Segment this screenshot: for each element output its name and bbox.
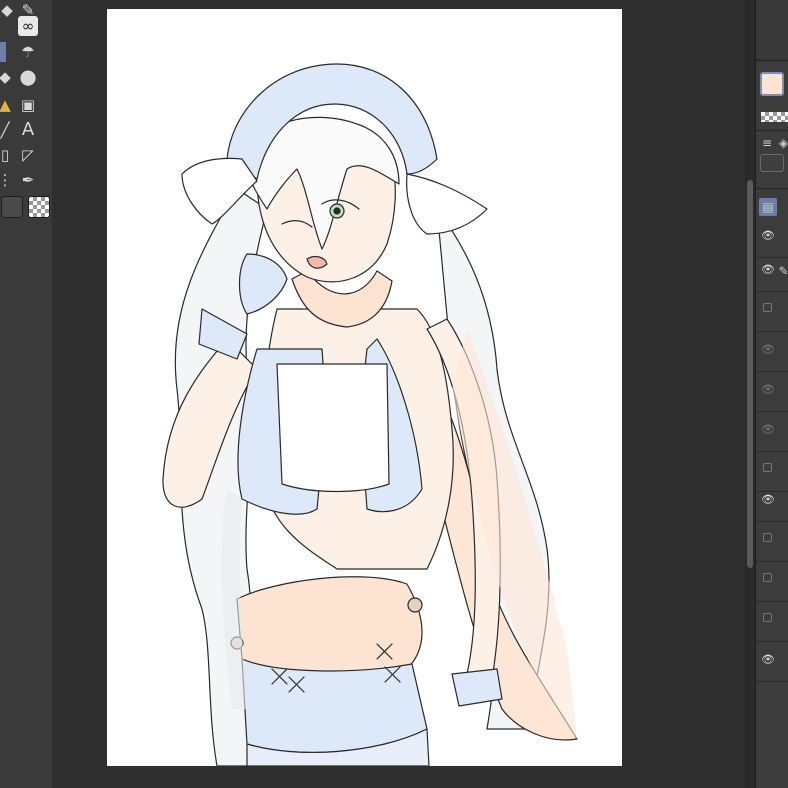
canvas-area[interactable]: [52, 0, 745, 788]
blend-icon[interactable]: ⬤: [18, 67, 38, 87]
ruler-icon[interactable]: ╱: [0, 120, 10, 140]
layer-row[interactable]: 👁: [756, 412, 788, 452]
move-icon[interactable]: ⋮: [0, 170, 13, 190]
panel-divider: [756, 130, 788, 131]
transparent-subcolor-swatch[interactable]: [761, 112, 788, 122]
panel-header: [756, 0, 788, 61]
layer-row[interactable]: [756, 292, 788, 332]
layer-panel-icon[interactable]: ▤: [759, 198, 777, 216]
fill-icon[interactable]: ▲: [0, 95, 11, 115]
active-tool-indicator: [0, 42, 6, 62]
layer-checkbox-icon[interactable]: [763, 463, 772, 472]
layer-row[interactable]: 👁: [756, 372, 788, 412]
layer-checkbox-icon[interactable]: [763, 303, 772, 312]
panel-divider: [756, 188, 788, 189]
layer-row[interactable]: [756, 602, 788, 642]
eye-icon[interactable]: 👁: [761, 494, 775, 506]
eye-icon[interactable]: 👁: [761, 344, 775, 356]
lasso-icon[interactable]: ∞: [18, 16, 38, 36]
layer-row[interactable]: 👁 ✎: [756, 252, 788, 292]
vector-pen-icon: ✎: [778, 264, 788, 278]
layer-row[interactable]: 👁: [756, 482, 788, 522]
layer-row[interactable]: 👁: [756, 332, 788, 372]
eye-icon[interactable]: 👁: [761, 264, 775, 276]
artwork-canvas[interactable]: [107, 9, 622, 766]
balloon-icon[interactable]: ◸: [18, 145, 38, 165]
canvas-vertical-scrollbar[interactable]: [745, 0, 755, 788]
layer-checkbox-icon[interactable]: [763, 573, 772, 582]
blend-mode-dropdown[interactable]: [760, 154, 784, 172]
transparent-color-swatch[interactable]: [28, 196, 50, 218]
character-illustration: [162, 63, 578, 766]
frame-icon[interactable]: ▯: [0, 145, 10, 165]
layer-row[interactable]: [756, 522, 788, 562]
diamond-icon[interactable]: ◆: [1, 0, 13, 20]
gradient-icon[interactable]: ▣: [18, 95, 38, 115]
menu-icon[interactable]: ≡: [761, 136, 773, 150]
eye-icon[interactable]: 👁: [761, 424, 775, 436]
layer-checkbox-icon[interactable]: [763, 533, 772, 542]
layer-checkbox-icon[interactable]: [763, 613, 772, 622]
layer-row[interactable]: 👁: [756, 642, 788, 682]
text-tool-icon[interactable]: A: [18, 120, 38, 140]
eye-icon[interactable]: 👁: [761, 384, 775, 396]
tool-palette: ◆ ✎ ∞ ☂ ◆ ⬤ ▲ ▣ ╱ A ▯ ◸ ⋮ ✒: [0, 0, 53, 788]
eye-icon[interactable]: 👁: [761, 230, 775, 242]
main-color-swatch[interactable]: [1, 196, 23, 218]
scroll-thumb[interactable]: [747, 180, 753, 568]
right-panel: ≡ ◈ ▤ 👁 👁 ✎ 👁 👁 👁 👁 👁: [755, 0, 788, 788]
layer-row[interactable]: [756, 562, 788, 602]
current-color-swatch[interactable]: [760, 72, 784, 96]
eye-icon[interactable]: 👁: [761, 654, 775, 666]
layer-property-icon[interactable]: ◈: [778, 136, 788, 150]
eraser-icon[interactable]: ◆: [0, 67, 11, 87]
airbrush-icon[interactable]: ☂: [18, 42, 38, 62]
eyedropper-icon[interactable]: ✒: [18, 170, 38, 190]
